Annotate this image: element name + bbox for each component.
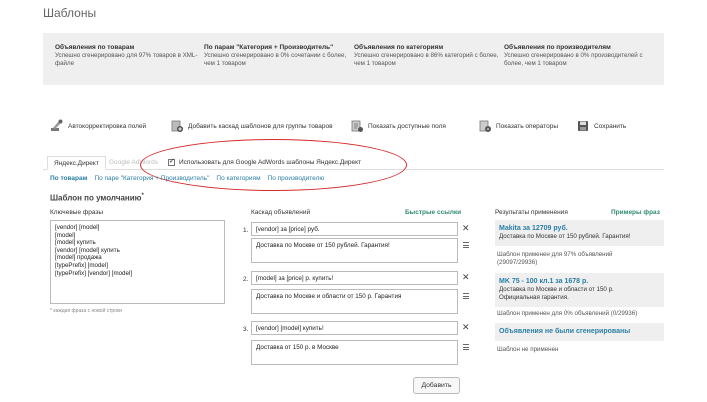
reorder-icon[interactable] bbox=[463, 293, 469, 299]
reorder-icon[interactable] bbox=[463, 344, 469, 350]
result-applied: Шаблон не применен bbox=[497, 346, 559, 353]
tab-yandex-direct[interactable]: Яндекс.Директ bbox=[47, 156, 106, 170]
summary-title: Объявления по категориям bbox=[354, 44, 444, 51]
results-label: Результаты применения bbox=[495, 209, 568, 216]
phrases-textarea[interactable]: [vendor] [model] [model] [model] купить … bbox=[50, 220, 225, 304]
section-title: Шаблон по умолчанию* bbox=[50, 193, 144, 203]
ad-text-input[interactable]: Доставка от 150 р. в Москве bbox=[251, 340, 458, 365]
result-text: Доставка по Москве от 150 рублей. Гарант… bbox=[499, 233, 631, 240]
summary-text: Успешно сгенерировано для 97% товаров в … bbox=[55, 52, 198, 67]
subnav-by-vendor[interactable]: По производителю bbox=[268, 175, 325, 182]
summary-category-vendor: По парам "Категория + Производитель" Усп… bbox=[204, 43, 349, 68]
phrase-line: [vendor] [model] bbox=[55, 224, 100, 231]
result-card: Makita за 12709 руб. Доставка по Москве … bbox=[495, 220, 664, 246]
summary-vendors: Объявления по производителям Успешно сге… bbox=[504, 43, 649, 68]
quick-links-link[interactable]: Быстрые ссылки bbox=[405, 209, 461, 216]
summary-text: Успешно сгенерировано в 0% производителе… bbox=[504, 52, 643, 67]
subnav-by-category-vendor[interactable]: По паре "Категория + Производитель" bbox=[94, 175, 209, 182]
show-operators-button[interactable]: Показать операторы bbox=[478, 118, 558, 134]
remove-icon[interactable]: ✕ bbox=[462, 272, 470, 283]
wrench-icon bbox=[51, 119, 63, 131]
show-fields-button[interactable]: Показать доступные поля bbox=[350, 118, 446, 134]
result-card: MK 75 - 100 кл.1 за 1678 р. Доставка по … bbox=[495, 273, 664, 307]
summary-categories: Объявления по категориям Успешно сгенери… bbox=[354, 43, 499, 68]
add-cascade-label: Добавить каскад шаблонов для группы това… bbox=[188, 122, 333, 130]
result-text: Доставка по Москве и области от 150 р. О… bbox=[499, 286, 614, 301]
phrase-line: [model] купить bbox=[55, 239, 96, 247]
ad-text-input[interactable]: Доставка по Москве от 150 рублей. Гарант… bbox=[251, 238, 458, 263]
page-title: Шаблоны bbox=[43, 6, 97, 20]
cascade-label: Каскад объявлений bbox=[251, 209, 311, 216]
summary-text: Успешно сгенерировано в 0% сочетании с б… bbox=[204, 52, 347, 67]
summary-products: Объявления по товарам Успешно сгенериров… bbox=[55, 43, 200, 68]
result-title[interactable]: Makita за 12709 руб. bbox=[499, 224, 660, 233]
summary-panel: Объявления по товарам Успешно сгенериров… bbox=[43, 33, 664, 85]
result-applied: Шаблон применен для 0% объявлений (0/299… bbox=[497, 310, 638, 317]
summary-text: Успешно сгенерировано в 86% категорий с … bbox=[354, 52, 499, 67]
remove-icon[interactable]: ✕ bbox=[462, 322, 470, 333]
ad-title-input[interactable]: [model] за [price] р. купить! bbox=[251, 271, 458, 285]
section-title-mark: * bbox=[141, 193, 144, 199]
toolbar: Автокорректировка полей Добавить каскад … bbox=[50, 118, 670, 134]
result-title[interactable]: MK 75 - 100 кл.1 за 1678 р. bbox=[499, 277, 660, 286]
subnav-by-products[interactable]: По товарам bbox=[50, 175, 87, 182]
result-card: Объявления не были сгенерированы bbox=[495, 323, 664, 341]
summary-title: Объявления по производителям bbox=[504, 44, 611, 51]
autocorrect-button[interactable]: Автокорректировка полей bbox=[50, 118, 146, 134]
reorder-icon[interactable] bbox=[463, 242, 469, 248]
highlight-ellipse bbox=[140, 139, 407, 191]
add-document-icon bbox=[171, 120, 183, 132]
floppy-disk-icon bbox=[578, 121, 588, 131]
summary-title: По парам "Категория + Производитель" bbox=[204, 44, 334, 51]
save-label: Сохранить bbox=[594, 122, 627, 130]
result-title: Объявления не были сгенерированы bbox=[499, 328, 631, 335]
ad-number: 3. bbox=[243, 326, 249, 333]
phrase-line: [typePrefix] [model] bbox=[55, 261, 108, 269]
show-fields-label: Показать доступные поля bbox=[368, 122, 446, 130]
phrase-line: [model] bbox=[55, 231, 76, 239]
subnav-by-categories[interactable]: По категориям bbox=[216, 175, 260, 182]
ad-title-input[interactable]: [vendor] [model] купить! bbox=[251, 321, 458, 335]
ad-number: 1. bbox=[243, 227, 249, 234]
ad-title-input[interactable]: [vendor] за [price] руб. bbox=[251, 222, 458, 236]
fields-icon bbox=[351, 120, 363, 132]
phrases-label: Ключевые фразы bbox=[50, 209, 104, 216]
ad-text-input[interactable]: Доставка по Москве и области от 150 р. Г… bbox=[251, 289, 458, 314]
phrases-note: * каждая фраза с новой строки bbox=[50, 308, 122, 314]
phrase-line: [vendor] [model] купить bbox=[55, 246, 120, 254]
ad-number: 2. bbox=[243, 276, 249, 283]
examples-link[interactable]: Примеры фраз bbox=[611, 209, 660, 216]
section-title-text: Шаблон по умолчанию bbox=[50, 193, 142, 203]
add-cascade-button[interactable]: Добавить каскад шаблонов для группы това… bbox=[170, 118, 333, 134]
save-button[interactable]: Сохранить bbox=[576, 118, 626, 134]
operators-icon bbox=[479, 120, 491, 132]
add-ad-button[interactable]: Добавить bbox=[413, 377, 460, 394]
phrase-line: [model] продажа bbox=[55, 254, 102, 262]
template-subnav: По товарам По паре "Категория + Производ… bbox=[50, 175, 324, 182]
remove-icon[interactable]: ✕ bbox=[462, 223, 470, 234]
result-applied: Шаблон применен для 97% объявлений (2909… bbox=[497, 251, 613, 266]
summary-title: Объявления по товарам bbox=[55, 44, 135, 51]
autocorrect-label: Автокорректировка полей bbox=[68, 122, 147, 130]
phrase-line: [typePrefix] [vendor] [model] bbox=[55, 269, 133, 277]
show-operators-label: Показать операторы bbox=[496, 122, 559, 130]
